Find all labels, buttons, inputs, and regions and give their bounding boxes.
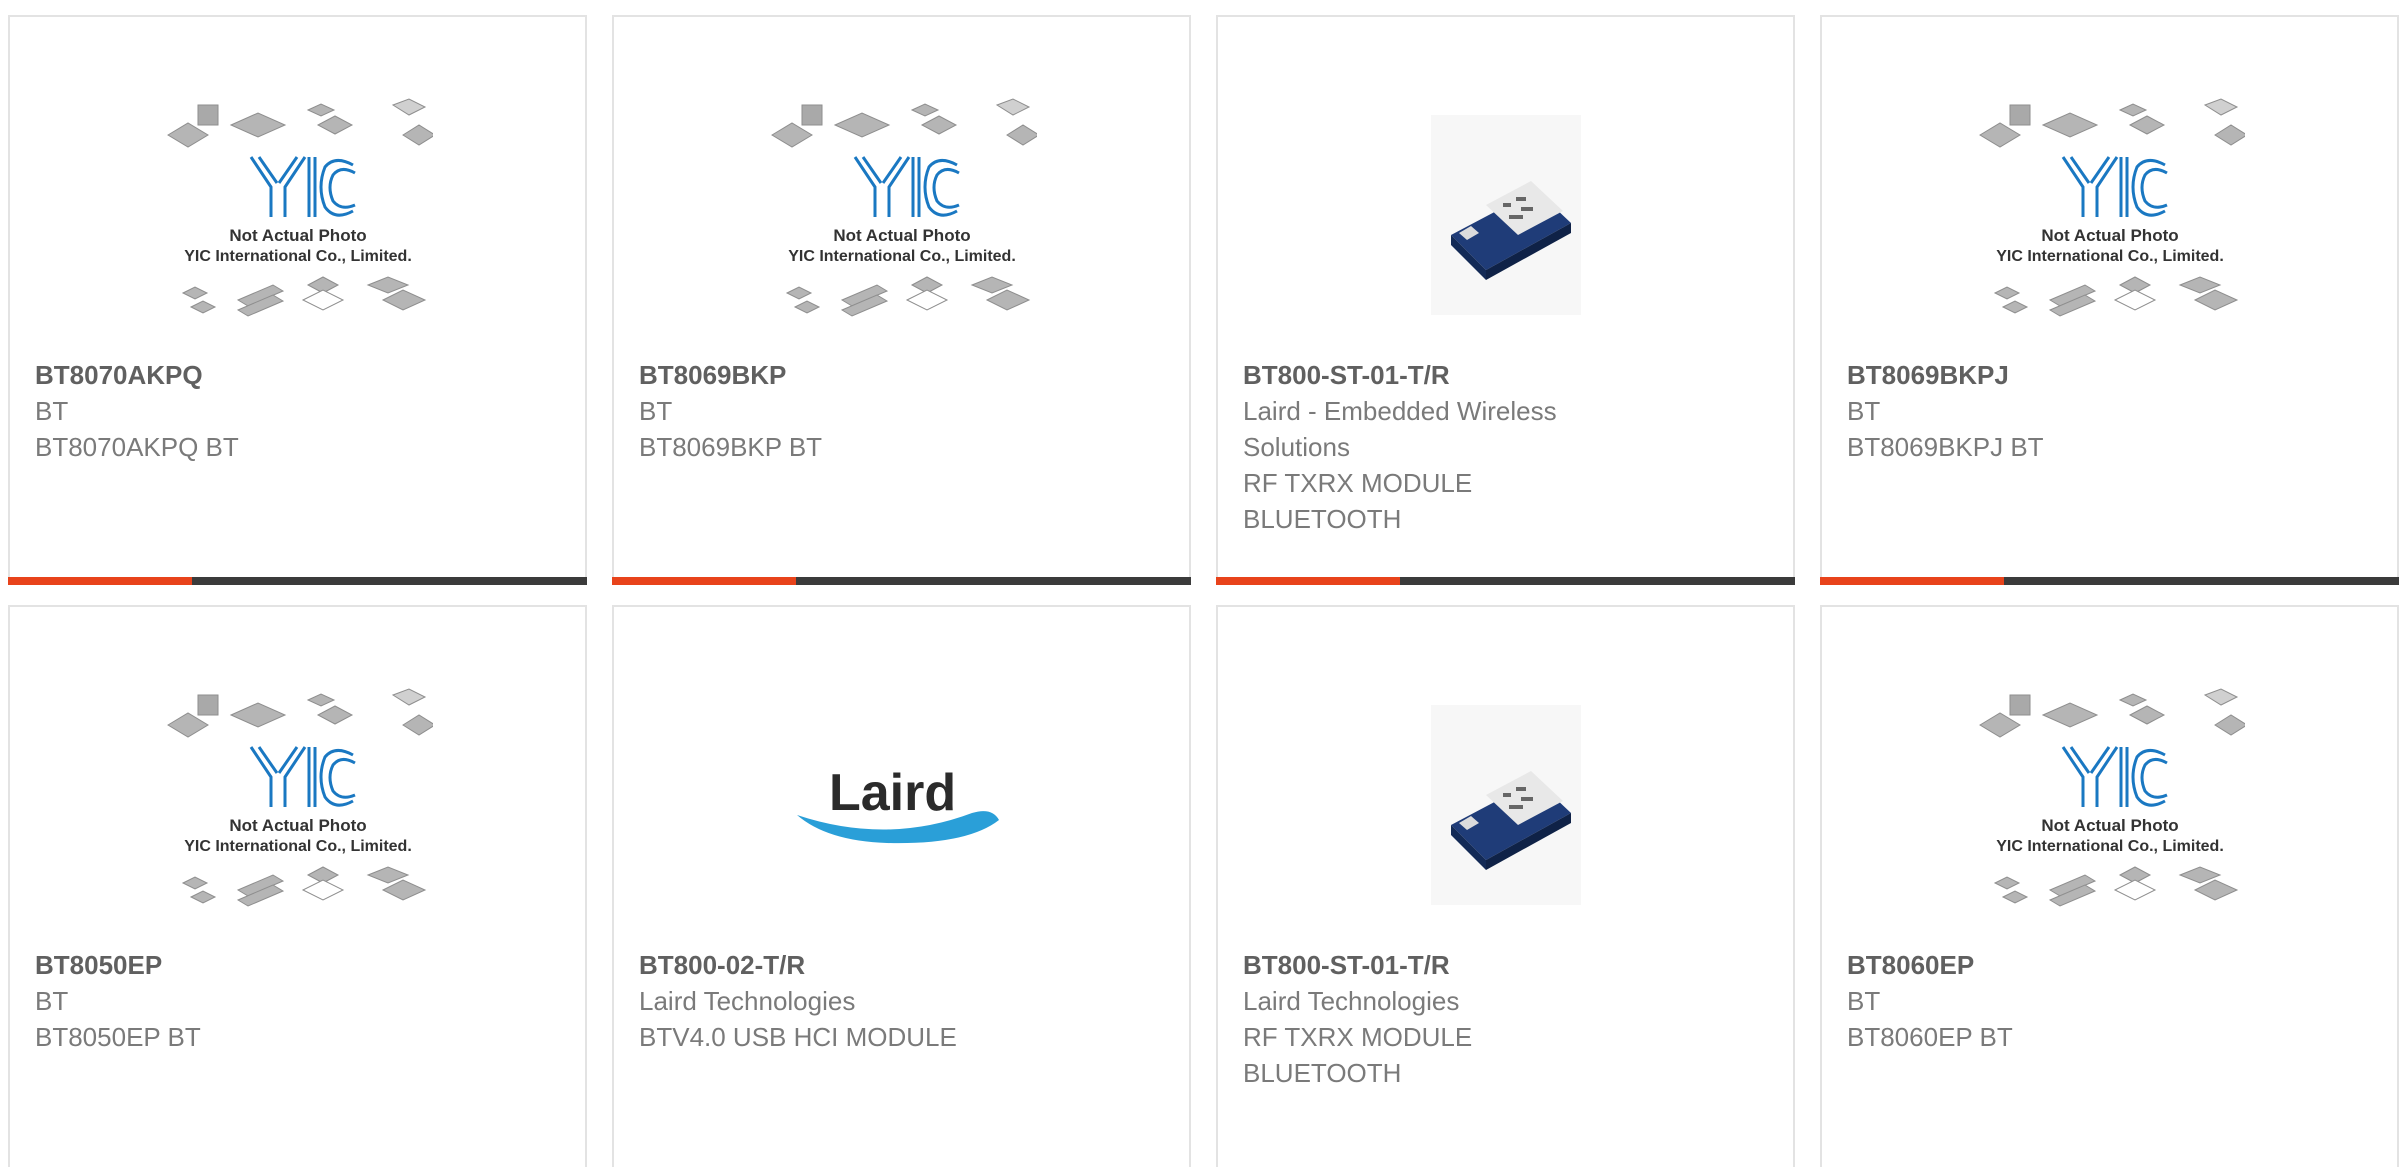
part-number[interactable]: BT8069BKP (639, 357, 1164, 393)
bluetooth-module-photo[interactable] (1371, 95, 1641, 335)
placeholder-caption: Not Actual Photo (229, 226, 366, 245)
part-number[interactable]: BT800-02-T/R (639, 947, 1164, 983)
card-accent-bar (8, 577, 587, 585)
placeholder-caption: YIC International Co., Limited. (1996, 838, 2224, 855)
product-card[interactable]: Not Actual Photo YIC International Co., … (8, 15, 587, 585)
product-card[interactable]: Not Actual Photo YIC International Co., … (8, 605, 587, 1167)
placeholder-caption: Not Actual Photo (833, 226, 970, 245)
manufacturer: BT (639, 396, 673, 426)
manufacturer: Laird - Embedded Wireless Solutions (1243, 396, 1557, 462)
placeholder-caption: YIC International Co., Limited. (184, 248, 412, 265)
laird-logo[interactable]: Laird (767, 685, 1037, 925)
product-info: BT8050EP BT BT8050EP BT (35, 947, 560, 1055)
description: BT8060EP BT (1847, 1022, 2013, 1052)
yic-placeholder-image[interactable]: Not Actual Photo YIC International Co., … (1975, 95, 2245, 335)
laird-logo-text: Laird (829, 764, 956, 822)
product-info: BT8060EP BT BT8060EP BT (1847, 947, 2372, 1055)
placeholder-caption: YIC International Co., Limited. (1996, 248, 2224, 265)
product-grid: Not Actual Photo YIC International Co., … (0, 0, 2400, 1167)
product-info: BT8069BKP BT BT8069BKP BT (639, 357, 1164, 465)
product-info: BT8069BKPJ BT BT8069BKPJ BT (1847, 357, 2372, 465)
placeholder-caption: Not Actual Photo (2041, 816, 2178, 835)
card-accent-bar (1820, 577, 2399, 585)
product-card[interactable]: Laird BT800-02-T/R Laird Technologies BT… (612, 605, 1191, 1167)
card-accent-bar (1216, 577, 1795, 585)
yic-placeholder-image[interactable]: Not Actual Photo YIC International Co., … (1975, 685, 2245, 925)
product-info: BT800-ST-01-T/R Laird Technologies RF TX… (1243, 947, 1768, 1091)
yic-placeholder-image[interactable]: Not Actual Photo YIC International Co., … (767, 95, 1037, 335)
part-number[interactable]: BT800-ST-01-T/R (1243, 357, 1768, 393)
bluetooth-module-photo[interactable] (1371, 685, 1641, 925)
product-card[interactable]: BT800-ST-01-T/R Laird - Embedded Wireles… (1216, 15, 1795, 585)
description: BT8069BKP BT (639, 432, 823, 462)
placeholder-caption: YIC International Co., Limited. (788, 248, 1016, 265)
part-number[interactable]: BT8060EP (1847, 947, 2372, 983)
placeholder-caption: Not Actual Photo (2041, 226, 2178, 245)
card-accent-bar (612, 577, 1191, 585)
product-info: BT800-ST-01-T/R Laird - Embedded Wireles… (1243, 357, 1768, 537)
part-number[interactable]: BT8050EP (35, 947, 560, 983)
placeholder-caption: YIC International Co., Limited. (184, 838, 412, 855)
product-card[interactable]: Not Actual Photo YIC International Co., … (1820, 15, 2399, 585)
description: BT8069BKPJ BT (1847, 432, 2044, 462)
yic-placeholder-image[interactable]: Not Actual Photo YIC International Co., … (163, 685, 433, 925)
manufacturer: BT (35, 396, 69, 426)
part-number[interactable]: BT8069BKPJ (1847, 357, 2372, 393)
description: BT8070AKPQ BT (35, 432, 239, 462)
manufacturer: BT (1847, 396, 1881, 426)
description: RF TXRX MODULE BLUETOOTH (1243, 1022, 1473, 1088)
manufacturer: Laird Technologies (639, 986, 856, 1016)
product-info: BT8070AKPQ BT BT8070AKPQ BT (35, 357, 560, 465)
placeholder-caption: Not Actual Photo (229, 816, 366, 835)
product-info: BT800-02-T/R Laird Technologies BTV4.0 U… (639, 947, 1164, 1055)
yic-placeholder-image[interactable]: Not Actual Photo YIC International Co., … (163, 95, 433, 335)
description: BTV4.0 USB HCI MODULE (639, 1022, 957, 1052)
product-card[interactable]: Not Actual Photo YIC International Co., … (1820, 605, 2399, 1167)
part-number[interactable]: BT8070AKPQ (35, 357, 560, 393)
part-number[interactable]: BT800-ST-01-T/R (1243, 947, 1768, 983)
product-card[interactable]: BT800-ST-01-T/R Laird Technologies RF TX… (1216, 605, 1795, 1167)
manufacturer: Laird Technologies (1243, 986, 1460, 1016)
description: RF TXRX MODULE BLUETOOTH (1243, 468, 1473, 534)
description: BT8050EP BT (35, 1022, 201, 1052)
manufacturer: BT (1847, 986, 1881, 1016)
product-card[interactable]: Not Actual Photo YIC International Co., … (612, 15, 1191, 585)
manufacturer: BT (35, 986, 69, 1016)
